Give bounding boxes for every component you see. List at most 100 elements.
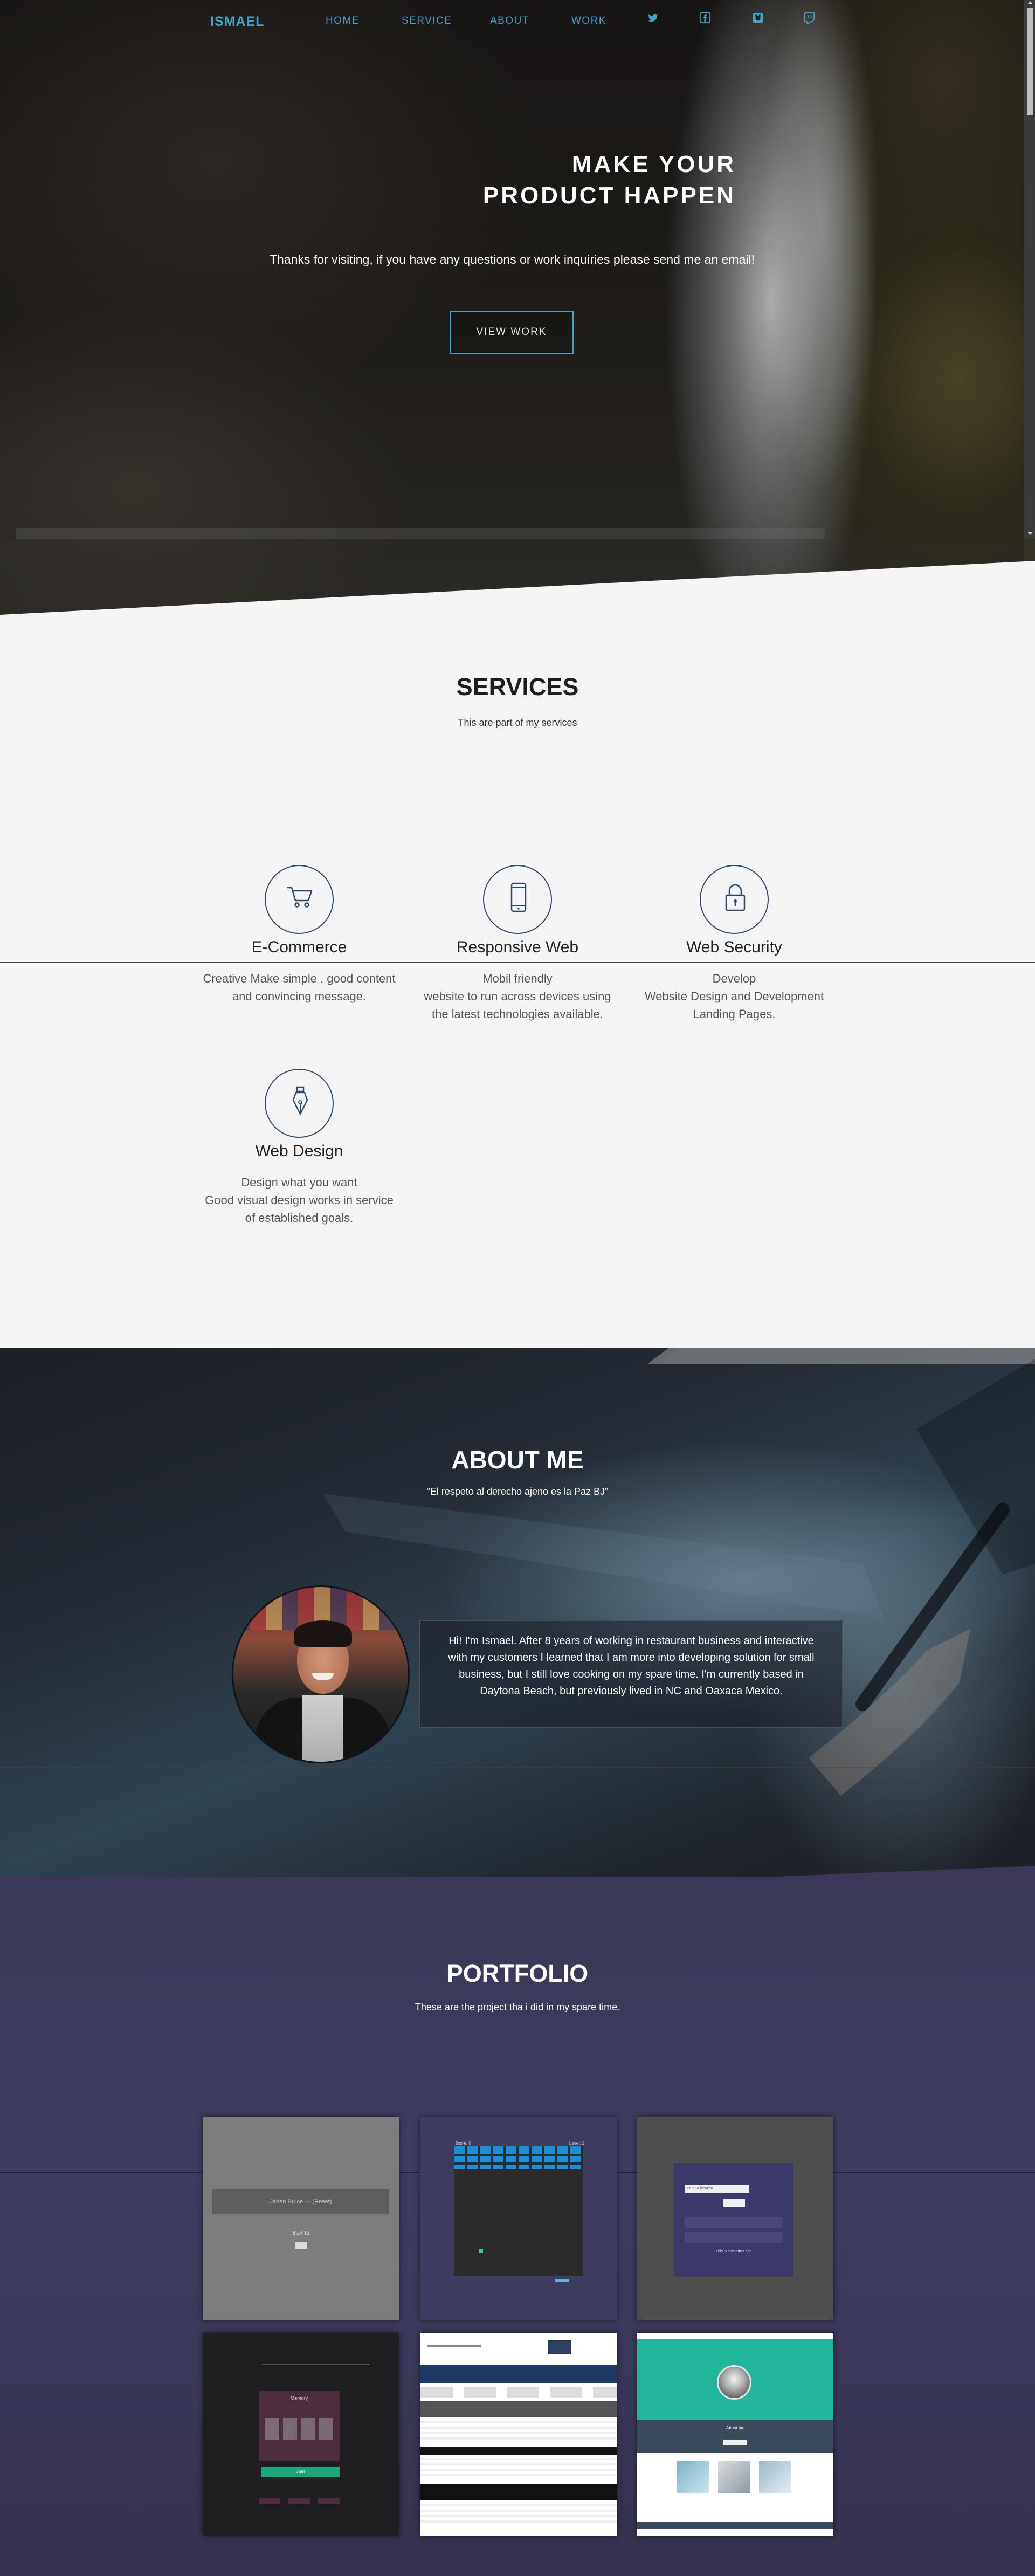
- service-webdesign-title: Web Design: [255, 1142, 343, 1160]
- about-title: ABOUT ME: [451, 1446, 584, 1474]
- project-2-brick-gap: [454, 2162, 583, 2165]
- project-2-score: Score: 0: [455, 2141, 471, 2146]
- brand-logo[interactable]: ISMAEL: [210, 14, 264, 30]
- service-security-desc: Develop Website Design and Development L…: [632, 970, 837, 1023]
- service-webdesign-desc: Design what you want Good visual design …: [197, 1173, 402, 1227]
- portfolio-section: PORTFOLIO These are the project tha i di…: [0, 1877, 1035, 2576]
- project-4-footer: [259, 2498, 340, 2504]
- project-6-hero: [637, 2339, 833, 2420]
- portfolio-project-5[interactable]: [420, 2333, 617, 2536]
- service-ecommerce-desc-line: Creative Make simple , good content: [203, 972, 396, 985]
- project-5-text-2: [420, 2458, 617, 2479]
- services-title: SERVICES: [456, 673, 579, 700]
- project-2-board: [454, 2146, 583, 2276]
- project-5-footer: [420, 2484, 617, 2500]
- scroll-thumb[interactable]: [1027, 8, 1033, 115]
- service-security-desc-line: Landing Pages.: [693, 1007, 776, 1021]
- lock-icon: [725, 884, 746, 911]
- hero-title: MAKE YOUR PRODUCT HAPPEN: [464, 149, 736, 211]
- project-4-nav-line: [262, 2364, 370, 2365]
- project-5-text-3: [420, 2504, 617, 2526]
- project-6-avatar: [717, 2365, 751, 2400]
- twitch-icon[interactable]: [803, 12, 816, 25]
- page-scrollbar[interactable]: [1024, 0, 1035, 539]
- project-1-header: Jaden Bruce — (Reset): [212, 2189, 389, 2214]
- service-webdesign-desc-line: Design what you want: [241, 1176, 357, 1189]
- project-6-thumb-3: [759, 2461, 791, 2493]
- twitter-icon[interactable]: [647, 12, 660, 25]
- nav-service[interactable]: SERVICE: [402, 15, 452, 27]
- service-webdesign-desc-line: of established goals.: [245, 1211, 354, 1225]
- project-5-hero: [420, 2333, 617, 2365]
- about-bio: Hi! I'm Ismael. After 8 years of working…: [448, 1635, 815, 1697]
- project-3-panel: Enter a location This is a weather app: [674, 2163, 794, 2277]
- service-webdesign-icon-circle: [265, 1069, 334, 1138]
- portfolio-project-4[interactable]: Memory Start: [203, 2333, 399, 2536]
- project-5-heading: [427, 2345, 481, 2347]
- avatar: [232, 1585, 410, 1763]
- service-responsive-desc-line: the latest technologies available.: [432, 1007, 603, 1021]
- service-ecommerce-title: E-Commerce: [251, 938, 347, 956]
- scroll-up-arrow[interactable]: [1027, 1, 1033, 4]
- service-ecommerce-icon-circle: [265, 865, 334, 934]
- portfolio-project-6[interactable]: About me: [637, 2333, 833, 2536]
- cart-icon: [287, 887, 313, 908]
- facebook-icon[interactable]: [699, 12, 712, 25]
- avatar-shirt: [302, 1695, 343, 1762]
- project-2-ball: [479, 2249, 483, 2253]
- about-section: ABOUT ME "El respeto al derecho ajeno es…: [0, 1348, 1035, 1914]
- project-1-button: [295, 2242, 307, 2249]
- project-6-about: About me: [637, 2420, 833, 2453]
- project-5-row: [420, 2387, 617, 2398]
- github-icon[interactable]: [752, 12, 765, 25]
- service-ecommerce-desc-line: and convincing message.: [232, 990, 367, 1003]
- project-3-caption: This is a weather app: [715, 2250, 752, 2254]
- project-6-thumb-2: [718, 2461, 750, 2493]
- project-2-bricks: [454, 2146, 583, 2169]
- project-1-caption: Start Yo: [292, 2230, 309, 2236]
- portfolio-title: PORTFOLIO: [446, 1960, 589, 1987]
- service-ecommerce-desc: Creative Make simple , good content and …: [197, 970, 402, 1005]
- avatar-hair: [294, 1620, 352, 1647]
- avatar-smile: [312, 1673, 334, 1680]
- service-responsive-desc-line: Mobil friendly: [482, 972, 553, 985]
- service-security-desc-line: Website Design and Development: [644, 990, 824, 1003]
- portfolio-project-1[interactable]: Jaden Bruce — (Reset) Start Yo: [203, 2117, 399, 2320]
- portfolio-project-3[interactable]: Enter a location This is a weather app: [637, 2117, 833, 2320]
- service-security-icon-circle: [700, 865, 769, 934]
- hero-title-line1: MAKE YOUR: [571, 151, 736, 177]
- nav-work[interactable]: WORK: [571, 15, 606, 27]
- services-subtitle: This are part of my services: [458, 717, 577, 728]
- project-4-title: Memory: [290, 2395, 308, 2401]
- hero-slant-divider: [0, 528, 1035, 615]
- about-quote: "El respeto al derecho ajeno es la Paz B…: [426, 1486, 609, 1497]
- project-6-about-title: About me: [726, 2426, 745, 2430]
- hero-section: ISMAEL HOME SERVICE ABOUT WORK MAKE YOUR…: [0, 0, 1035, 615]
- project-3-location-input: Enter a location: [685, 2185, 749, 2193]
- services-divider: [0, 962, 1035, 963]
- project-3-result-1: [685, 2217, 783, 2228]
- project-3-search-button: [723, 2199, 745, 2207]
- portfolio-project-2[interactable]: Score: 0 Level: 1: [420, 2117, 617, 2320]
- about-bio-box: Hi! I'm Ismael. After 8 years of working…: [419, 1620, 843, 1728]
- hero-title-line2: PRODUCT HAPPEN: [482, 182, 736, 209]
- mobile-icon: [510, 882, 527, 912]
- service-security-title: Web Security: [686, 938, 782, 956]
- project-2-brick-gap: [454, 2154, 583, 2156]
- view-work-button[interactable]: VIEW WORK: [450, 311, 574, 354]
- page: ISMAEL HOME SERVICE ABOUT WORK MAKE YOUR…: [0, 0, 1035, 2576]
- project-6-footer: [637, 2522, 833, 2529]
- project-5-dark-band: [420, 2401, 617, 2417]
- service-responsive-title: Responsive Web: [456, 938, 579, 956]
- nav-about[interactable]: ABOUT: [490, 15, 529, 27]
- service-responsive-desc: Mobil friendly website to run across dev…: [415, 970, 620, 1023]
- project-6-button: [723, 2440, 747, 2445]
- project-6-thumb-1: [677, 2461, 709, 2493]
- project-4-start-button: Start: [261, 2467, 340, 2477]
- project-5-text: [420, 2421, 617, 2443]
- service-responsive-desc-line: website to run across devices using: [424, 990, 611, 1003]
- nav-home[interactable]: HOME: [326, 15, 360, 27]
- portfolio-subtitle: These are the project tha i did in my sp…: [415, 2002, 620, 2012]
- project-4-board: Memory: [259, 2391, 340, 2461]
- scroll-down-arrow[interactable]: [1027, 532, 1033, 535]
